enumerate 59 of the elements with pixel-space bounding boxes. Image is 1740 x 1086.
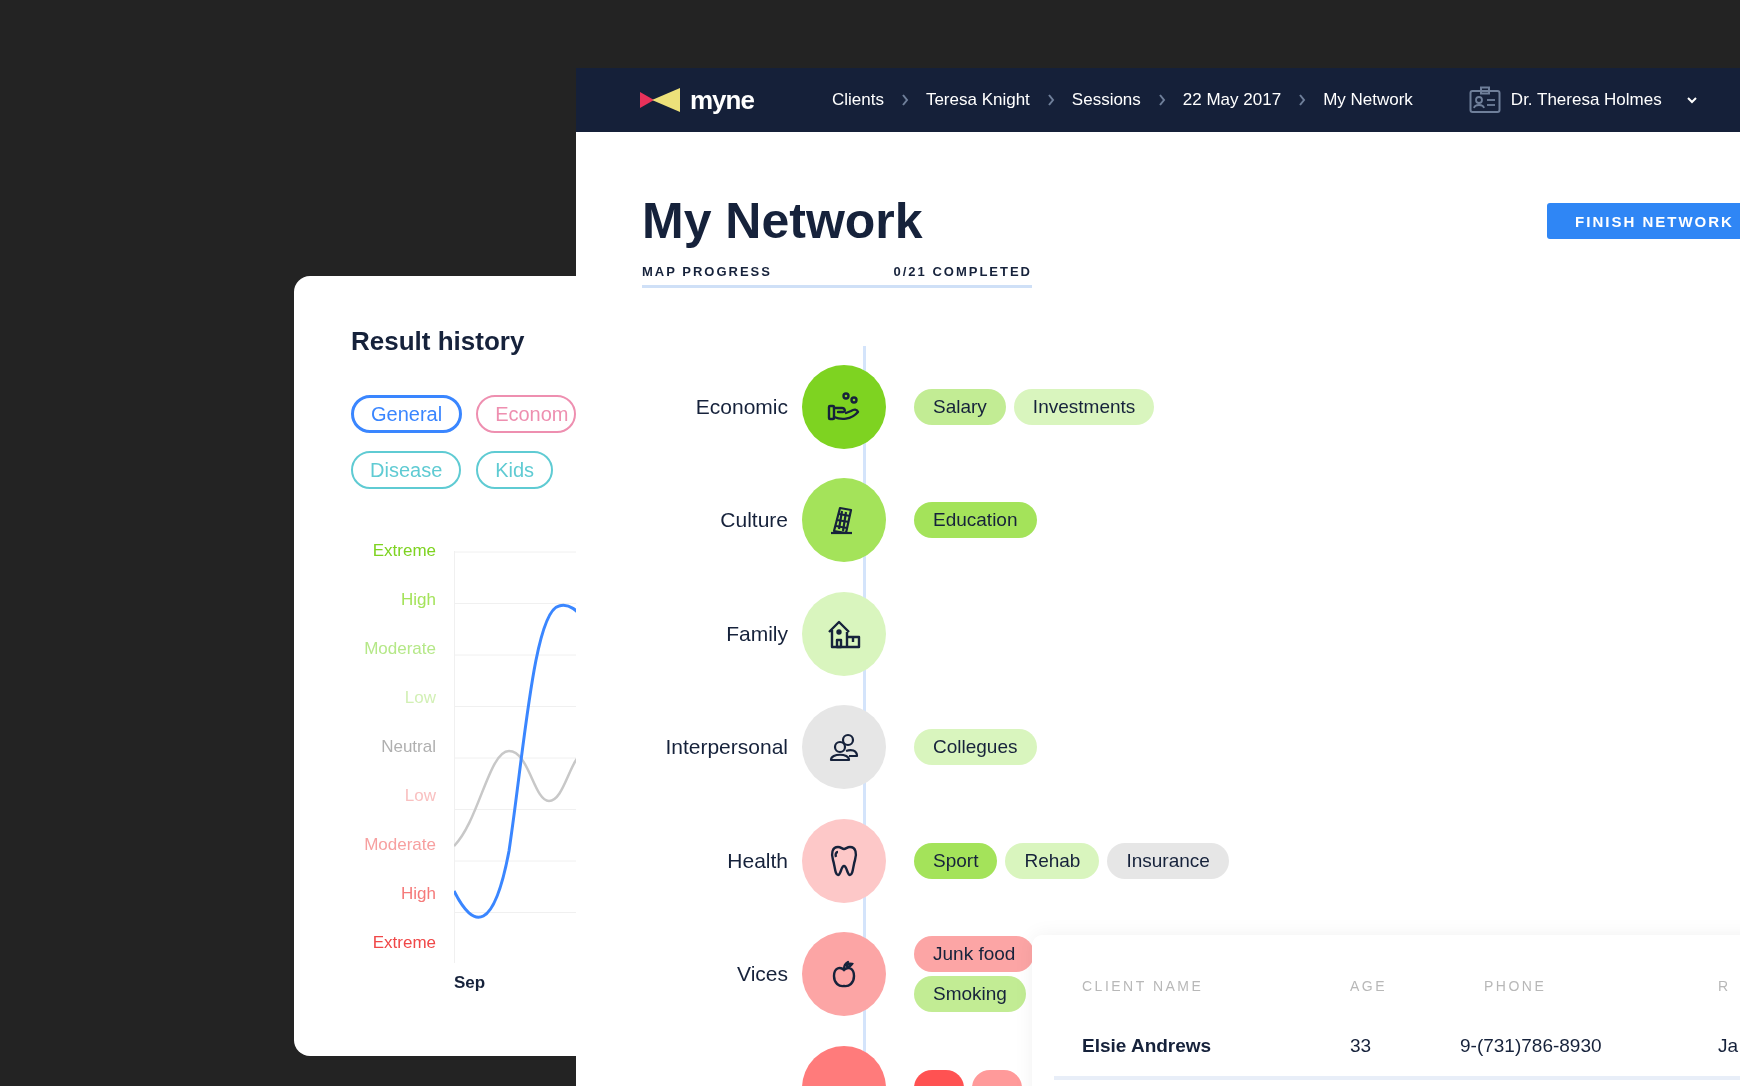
apple-icon [831, 959, 857, 990]
filter-chip[interactable]: General [351, 395, 463, 433]
table-cell: Elsie Andrews [1082, 1035, 1212, 1057]
axis-label: High [401, 884, 436, 904]
tooth-icon [830, 844, 858, 877]
chevron-right-icon [1157, 94, 1166, 106]
axis-label: Neutral [381, 737, 436, 757]
breadcrumb-link[interactable]: Sessions [1071, 90, 1141, 110]
column-header: R [1718, 978, 1731, 994]
table-cell: Ja [1718, 1035, 1739, 1057]
chevron-right-icon [1298, 94, 1307, 106]
axis-label: Extreme [372, 541, 436, 561]
breadcrumb-link[interactable]: Clients [831, 90, 884, 110]
breadcrumb-link[interactable]: Teresa Knight [925, 90, 1030, 110]
category-label: Economic [695, 394, 788, 418]
column-header: CLIENT NAME [1082, 978, 1204, 994]
category-label: Vices [737, 962, 788, 986]
axis-label: Moderate [364, 835, 436, 855]
chevron-right-icon [1046, 94, 1055, 106]
card-title: Result history [351, 326, 526, 357]
finish-network-button[interactable]: FINISH NETWORK [1547, 203, 1740, 239]
axis-label: Extreme [372, 933, 436, 953]
progress-label: MAP PROGRESS [642, 264, 772, 279]
table-row[interactable]: Elsie Andrews 33 9-(731)786-8930 Ja [1054, 1016, 1740, 1080]
category-label: Culture [720, 508, 788, 532]
house-icon [827, 618, 861, 649]
category-label: Health [727, 848, 788, 872]
hand-coins-icon [827, 391, 861, 422]
tag[interactable]: Insurance [1107, 842, 1229, 879]
tag[interactable]: Education [914, 502, 1037, 539]
logo-icon [640, 87, 682, 113]
people-icon [829, 732, 859, 763]
tag[interactable]: Salary [914, 388, 1006, 425]
tag[interactable]: Sport [914, 842, 998, 879]
logo-text: myne [690, 84, 754, 116]
axis-label: Low [404, 688, 436, 708]
category-label: Family [726, 621, 788, 645]
tag[interactable]: Rehab [1005, 842, 1100, 879]
axis-label: Sep [454, 973, 487, 993]
breadcrumb-link[interactable]: 22 May 2017 [1182, 90, 1282, 110]
table-cell: 33 [1350, 1035, 1372, 1057]
page-title: My Network [642, 192, 923, 250]
caret-icon[interactable] [1685, 96, 1698, 104]
category-label: Interpersonal [665, 735, 788, 759]
tag[interactable]: Junk food [914, 936, 1035, 973]
column-header: PHONE [1484, 978, 1547, 994]
axis-label: Moderate [364, 639, 436, 659]
tag[interactable]: Smoking [914, 976, 1026, 1013]
column-header: AGE [1350, 978, 1388, 994]
id-card-icon [1468, 86, 1501, 114]
chevron-right-icon [900, 94, 909, 106]
tag[interactable]: Investments [1013, 388, 1155, 425]
breadcrumb-link[interactable]: My Network [1323, 90, 1413, 110]
table-cell: 9-(731)786-8930 [1460, 1035, 1602, 1057]
tag[interactable]: Collegues [914, 729, 1037, 766]
progress-count: 0/21 COMPLETED [893, 264, 1032, 279]
user-name[interactable]: Dr. Theresa Holmes [1510, 90, 1662, 110]
axis-label: High [401, 590, 436, 610]
axis-label: Low [404, 786, 436, 806]
